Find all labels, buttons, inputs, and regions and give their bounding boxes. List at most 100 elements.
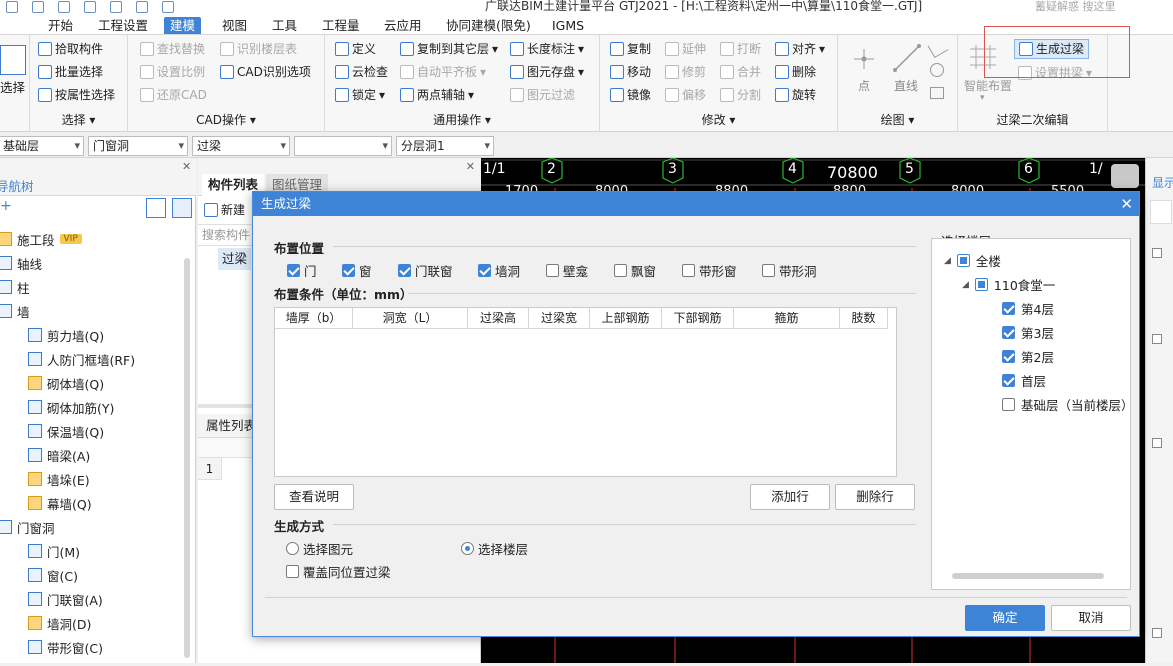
floor-2-checkbox[interactable] xyxy=(1002,350,1015,363)
lock-button[interactable]: 锁定 ▾ xyxy=(335,85,385,105)
expand-arrow-icon[interactable]: ◢ xyxy=(962,280,969,290)
break-button[interactable]: 打断 xyxy=(720,39,761,59)
nav-item-window[interactable]: 窗(C) xyxy=(28,564,78,586)
column-header-lintel-height[interactable]: 过梁高 xyxy=(468,308,529,329)
floor-node-2[interactable]: 第2层 xyxy=(1002,347,1054,366)
column-header-wall-thickness[interactable]: 墙厚（b） xyxy=(275,308,353,329)
element-filter-button[interactable]: 图元过滤 xyxy=(510,85,575,105)
display-collapse-4[interactable] xyxy=(1152,628,1162,638)
move-button[interactable]: 移动 xyxy=(610,62,651,82)
display-tab[interactable] xyxy=(1150,200,1172,224)
column-header-bottom-rebar[interactable]: 下部钢筋 xyxy=(662,308,734,329)
nav-item-wall-pier[interactable]: 墙垛(E) xyxy=(28,468,90,490)
nav-item-strip-window[interactable]: 带形窗(C) xyxy=(28,636,103,658)
nav-item-column[interactable]: 柱 xyxy=(0,276,30,298)
open-file-icon[interactable] xyxy=(32,1,44,13)
pick-component-button[interactable]: 拾取构件 xyxy=(38,39,103,59)
mirror-button[interactable]: 镜像 xyxy=(610,85,651,105)
arc-icon[interactable] xyxy=(927,37,949,59)
menu-igms[interactable]: IGMS xyxy=(546,17,590,34)
smart-layout-dropdown[interactable]: ▾ xyxy=(980,93,985,103)
rotate-button[interactable]: 旋转 xyxy=(775,85,816,105)
nav-item-door[interactable]: 门(M) xyxy=(28,540,80,562)
nav-item-door-window[interactable]: 门窗洞 xyxy=(0,516,55,538)
group-label-select[interactable]: 选择 ▾ xyxy=(30,111,127,128)
checkbox-bay-window-box[interactable] xyxy=(614,264,627,277)
delete-button[interactable]: 删除 xyxy=(775,62,816,82)
nav-item-axis[interactable]: 轴线 xyxy=(0,252,42,274)
copy-button[interactable]: 复制 xyxy=(610,39,651,59)
floor-project-checkbox[interactable] xyxy=(974,278,988,291)
nav-item-curtain-wall[interactable]: 幕墙(Q) xyxy=(28,492,92,514)
nav-item-shear-wall[interactable]: 剪力墙(Q) xyxy=(28,324,104,346)
quick-access-toolbar[interactable] xyxy=(0,0,300,14)
display-collapse-3[interactable] xyxy=(1152,438,1162,448)
column-header-top-rebar[interactable]: 上部钢筋 xyxy=(590,308,662,329)
menu-collab[interactable]: 协同建模(限免) xyxy=(440,17,537,34)
floor-node-foundation[interactable]: 基础层（当前楼层） xyxy=(1002,395,1134,414)
new-component-button[interactable]: 新建 xyxy=(204,200,245,220)
floor-foundation-checkbox[interactable] xyxy=(1002,398,1015,411)
auto-flat-slab-button[interactable]: 自动平齐板 ▾ xyxy=(400,62,486,82)
element-save-button[interactable]: 图元存盘 ▾ xyxy=(510,62,584,82)
define-button[interactable]: 定义 xyxy=(335,39,376,59)
nav-item-construction-segment[interactable]: 施工段 VIP xyxy=(0,228,82,250)
checkbox-niche-box[interactable] xyxy=(546,264,559,277)
checkbox-door-box[interactable] xyxy=(287,264,300,277)
column-header-stirrup[interactable]: 箍筋 xyxy=(734,308,840,329)
smart-layout-button[interactable]: 智能布置 xyxy=(964,77,1012,94)
checkbox-window-box[interactable] xyxy=(342,264,355,277)
radio-select-floor[interactable]: 选择楼层 xyxy=(461,539,528,558)
nav-scrollbar[interactable] xyxy=(184,258,190,658)
help-search-input[interactable]: 蓄疑解惑 搜这里 xyxy=(1035,0,1165,14)
offset-button[interactable]: 偏移 xyxy=(665,85,706,105)
nav-item-hidden-beam[interactable]: 暗梁(A) xyxy=(28,444,90,466)
expand-arrow-icon[interactable]: ◢ xyxy=(944,256,951,266)
merge-button[interactable]: 合并 xyxy=(720,62,761,82)
circle-icon[interactable] xyxy=(930,63,944,77)
copy-to-other-floor-button[interactable]: 复制到其它层 ▾ xyxy=(400,39,498,59)
list-view-icon[interactable] xyxy=(146,198,166,218)
checkbox-niche[interactable]: 壁龛 xyxy=(546,261,588,280)
checkbox-door[interactable]: 门 xyxy=(287,261,317,280)
view-cube-icon[interactable] xyxy=(1111,164,1139,188)
identify-floor-table-button[interactable]: 识别楼层表 xyxy=(220,39,297,59)
extend-button[interactable]: 延伸 xyxy=(665,39,706,59)
menu-tools[interactable]: 工具 xyxy=(266,17,303,34)
checkbox-window[interactable]: 窗 xyxy=(342,261,372,280)
component-item-lintel[interactable]: 过梁 xyxy=(218,248,252,270)
radio-select-element[interactable]: 选择图元 xyxy=(286,539,353,558)
new-file-icon[interactable] xyxy=(6,1,18,13)
checkbox-overwrite-box[interactable] xyxy=(286,565,299,578)
checkbox-strip-window[interactable]: 带形窗 xyxy=(682,261,737,280)
nav-item-masonry-wall[interactable]: 砌体墙(Q) xyxy=(28,372,104,394)
undo-icon[interactable] xyxy=(84,1,96,13)
nav-item-wall-opening[interactable]: 墙洞(D) xyxy=(28,612,91,634)
checkbox-door-window-box[interactable] xyxy=(398,264,411,277)
floor-3-checkbox[interactable] xyxy=(1002,326,1015,339)
dialog-close-icon[interactable]: ✕ xyxy=(1120,192,1133,216)
checkbox-strip-window-box[interactable] xyxy=(682,264,695,277)
menu-quantity[interactable]: 工程量 xyxy=(316,17,366,34)
cloud-check-button[interactable]: 云检查 xyxy=(335,62,388,82)
menu-modeling[interactable]: 建模 xyxy=(164,17,202,34)
batch-select-button[interactable]: 批量选择 xyxy=(38,62,103,82)
floor-node-project[interactable]: ◢ 110食堂一 xyxy=(962,275,1055,294)
rect-icon[interactable] xyxy=(930,87,944,99)
radio-select-floor-dot[interactable] xyxy=(461,542,474,555)
group-label-general[interactable]: 通用操作 ▾ xyxy=(325,111,599,128)
floor-selection-tree[interactable]: ◢ 全楼 ◢ 110食堂一 第4层 第3层 第2层 首层 基础层（当前楼层） xyxy=(931,238,1134,590)
checkbox-strip-opening-box[interactable] xyxy=(762,264,775,277)
complist-close-icon[interactable]: ✕ xyxy=(466,160,475,173)
floor-4-checkbox[interactable] xyxy=(1002,302,1015,315)
nav-add-icon[interactable]: + xyxy=(0,198,12,216)
sum-icon[interactable] xyxy=(136,1,148,13)
select-by-attribute-button[interactable]: 按属性选择 xyxy=(38,85,115,105)
split-button[interactable]: 分割 xyxy=(720,85,761,105)
trim-button[interactable]: 修剪 xyxy=(665,62,706,82)
floor-all-checkbox[interactable] xyxy=(956,254,970,267)
redo-icon[interactable] xyxy=(110,1,122,13)
type-select[interactable]: 过梁 xyxy=(192,136,290,156)
line-button[interactable]: 直线 xyxy=(894,77,918,94)
checkbox-door-window[interactable]: 门联窗 xyxy=(398,261,453,280)
